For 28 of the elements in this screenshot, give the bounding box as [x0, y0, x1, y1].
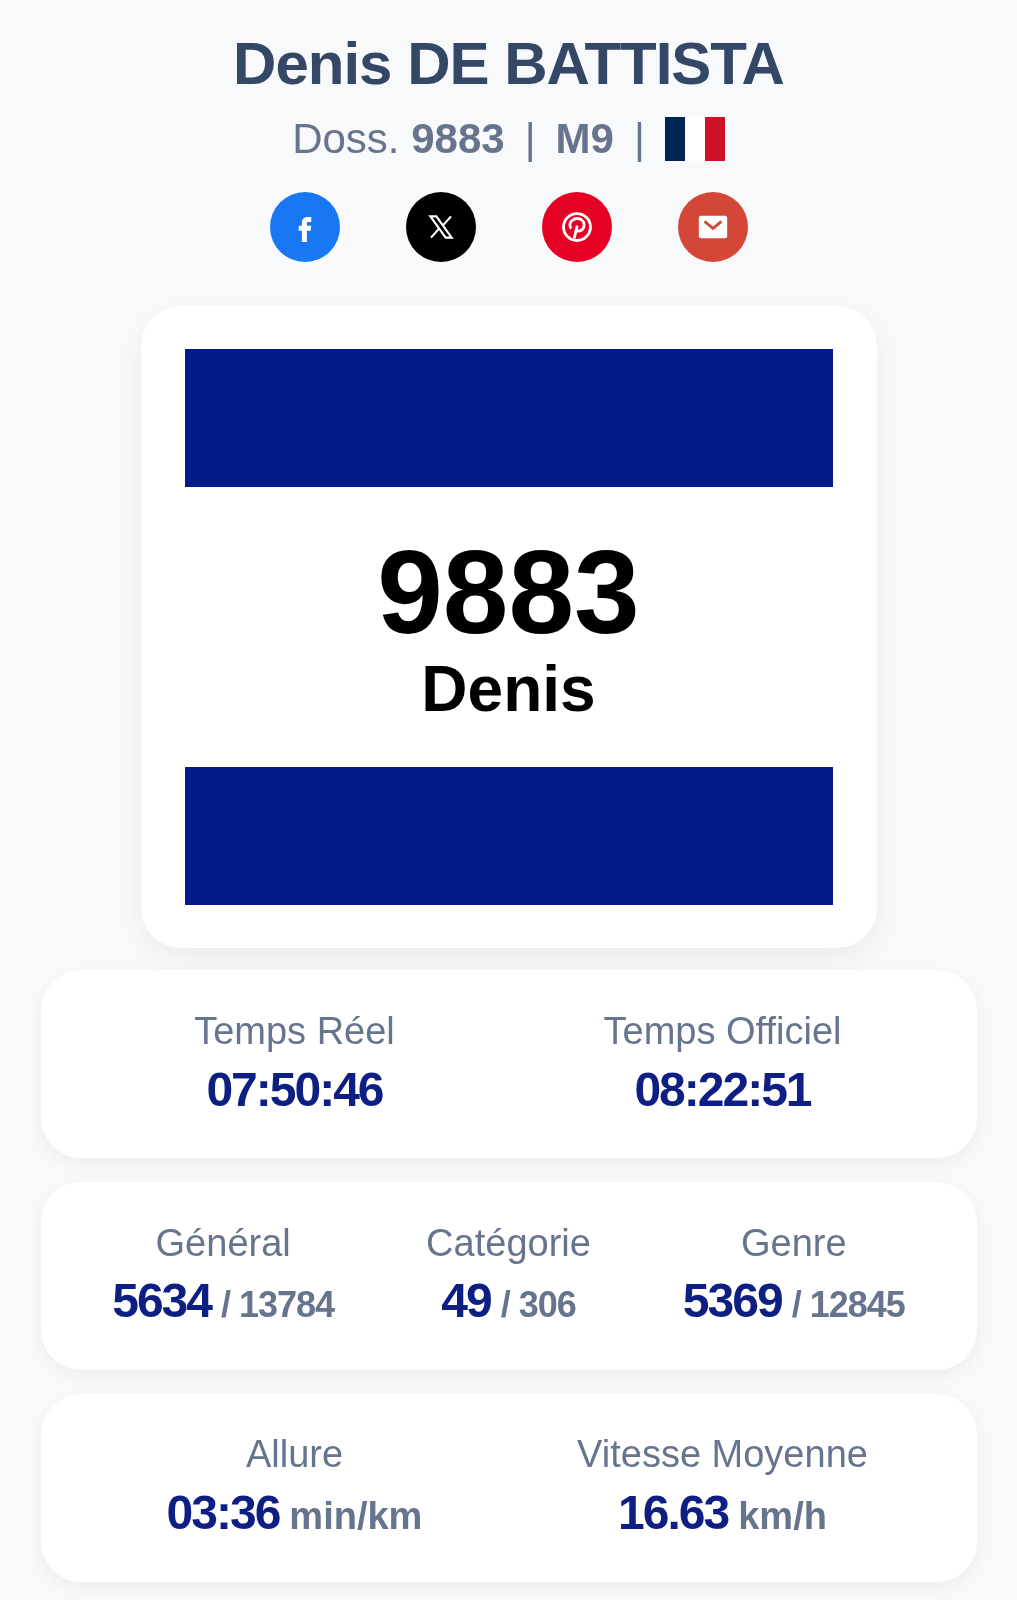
stat-label: Temps Officiel — [603, 1009, 842, 1055]
stat-label: Vitesse Moyenne — [577, 1432, 868, 1478]
athlete-name: Denis DE BATTISTA — [233, 29, 784, 99]
flag-icon — [664, 116, 725, 161]
stat-unit: km/h — [738, 1493, 827, 1539]
stat-total: / 13784 — [221, 1283, 335, 1328]
bib-name: Denis — [421, 657, 596, 721]
stat-value: 07:50:46 — [206, 1061, 383, 1118]
stat-value: 03:36 — [166, 1484, 280, 1541]
stat-label: Catégorie — [426, 1220, 591, 1266]
bib-number: 9883 — [377, 533, 640, 651]
stat-value: 16.63 — [618, 1484, 729, 1541]
stat-value: 08:22:51 — [634, 1061, 811, 1118]
separator: | — [524, 114, 536, 164]
stat-label: Allure — [245, 1432, 344, 1478]
stat-label: Temps Réel — [194, 1009, 395, 1055]
stat-value: 5634 — [112, 1273, 211, 1330]
stat-label: Genre — [741, 1220, 847, 1266]
stat-value: 5369 — [682, 1273, 782, 1330]
stat-label: Général — [155, 1220, 291, 1266]
stat-total: / 12845 — [791, 1283, 905, 1328]
stat-value: 49 — [441, 1273, 491, 1330]
bib-info: Doss. 9883 — [292, 114, 505, 164]
stat-total: / 306 — [500, 1283, 576, 1328]
category: M9 — [555, 114, 614, 164]
separator: | — [633, 114, 645, 164]
stat-unit: min/km — [289, 1493, 423, 1539]
pinterest-icon — [559, 210, 594, 244]
